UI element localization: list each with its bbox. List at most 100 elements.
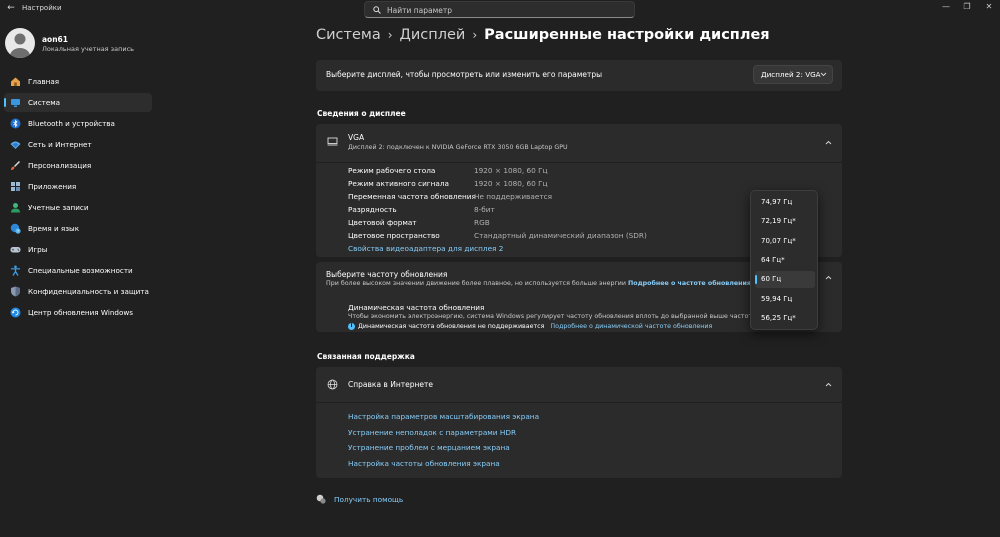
dynamic-refresh-status: i Динамическая частота обновления не под… (348, 323, 712, 330)
breadcrumb-system[interactable]: Система (316, 27, 381, 43)
info-row-value: 1920 × 1080, 60 Гц (474, 166, 548, 175)
refresh-option[interactable]: 64 Гц* (755, 252, 815, 269)
sidebar-item-apps[interactable]: Приложения (4, 177, 152, 196)
sidebar-item-label: Bluetooth и устройства (28, 119, 115, 128)
sidebar-item-time-language[interactable]: Время и язык (4, 219, 152, 238)
home-icon (10, 76, 21, 87)
app-title: Настройки (22, 4, 62, 12)
sidebar-item-label: Время и язык (28, 224, 80, 233)
search-box[interactable] (364, 1, 635, 18)
refresh-rate-dropdown-list: 74,97 Гц 72,19 Гц* 70,07 Гц* 64 Гц* 60 Г… (750, 190, 818, 330)
info-row-label: Цветовой формат (348, 218, 417, 227)
gamepad-icon (10, 244, 21, 255)
sidebar-item-label: Система (28, 98, 61, 107)
avatar[interactable] (5, 28, 35, 58)
update-icon (10, 307, 21, 318)
sidebar-item-gaming[interactable]: Игры (4, 240, 152, 259)
chevron-up-icon[interactable] (825, 275, 832, 280)
brush-icon (10, 160, 21, 171)
help-link-refresh-rate[interactable]: Настройка частоты обновления экрана (348, 459, 500, 468)
wifi-icon (10, 139, 21, 150)
display-connection: Дисплей 2: подключен к NVIDIA GeForce RT… (348, 144, 568, 151)
apps-icon (10, 181, 21, 192)
info-row-value: 8-бит (474, 205, 495, 214)
close-icon[interactable]: ✕ (981, 1, 997, 13)
globe-clock-icon (10, 223, 21, 234)
maximize-icon[interactable]: ❐ (959, 1, 975, 13)
refresh-rate-title: Выберите частоту обновления (326, 270, 448, 279)
sidebar-item-accounts[interactable]: Учетные записи (4, 198, 152, 217)
refresh-option[interactable]: 56,25 Гц* (755, 310, 815, 327)
user-name: aon61 (42, 35, 68, 44)
sidebar-item-network[interactable]: Сеть и Интернет (4, 135, 152, 154)
refresh-option[interactable]: 70,07 Гц* (755, 233, 815, 250)
system-icon (10, 97, 21, 108)
refresh-option[interactable]: 59,94 Гц (755, 291, 815, 308)
display-dropdown[interactable]: Дисплей 2: VGA (753, 65, 833, 84)
sidebar-item-accessibility[interactable]: Специальные возможности (4, 261, 152, 280)
sidebar-item-privacy[interactable]: Конфиденциальность и защита (4, 282, 152, 301)
info-row-label: Режим активного сигнала (348, 179, 450, 188)
info-row-label: Разрядность (348, 205, 397, 214)
online-help-links: Настройка параметров масштабирования экр… (316, 403, 842, 478)
chevron-right-icon: › (472, 28, 478, 42)
back-arrow-icon[interactable]: ← (5, 2, 17, 14)
help-chat-icon (316, 494, 326, 504)
nav-list: Главная Система Bluetooth и устройства С… (4, 72, 152, 324)
chevron-up-icon[interactable] (825, 382, 832, 387)
monitor-icon (327, 137, 338, 146)
refresh-option-selected[interactable]: 60 Гц (755, 271, 815, 288)
sidebar-item-label: Приложения (28, 182, 77, 191)
dynamic-refresh-status-text: Динамическая частота обновления не подде… (358, 323, 545, 330)
title-bar: ← Настройки — ❐ ✕ (0, 0, 1000, 20)
info-icon: i (348, 323, 355, 330)
globe-icon (327, 379, 338, 390)
sidebar-item-label: Игры (28, 245, 48, 254)
sidebar-item-home[interactable]: Главная (4, 72, 152, 91)
dynamic-refresh-learn-more-link[interactable]: Подробнее о динамической частоте обновле… (550, 323, 712, 330)
refresh-option[interactable]: 74,97 Гц (755, 194, 815, 211)
display-select-label: Выберите дисплей, чтобы просмотреть или … (326, 70, 603, 79)
refresh-rate-subtitle: При более высоком значении движение боле… (326, 280, 751, 287)
get-help-link[interactable]: Получить помощь (316, 494, 403, 504)
sidebar-item-label: Центр обновления Windows (28, 308, 133, 317)
person-icon (10, 202, 21, 213)
chevron-down-icon (820, 72, 827, 77)
sidebar-item-bluetooth[interactable]: Bluetooth и устройства (4, 114, 152, 133)
search-input[interactable] (387, 4, 627, 16)
bluetooth-icon (10, 118, 21, 129)
sidebar-item-personalization[interactable]: Персонализация (4, 156, 152, 175)
sidebar-item-label: Учетные записи (28, 203, 89, 212)
info-row-label: Переменная частота обновления (348, 192, 476, 201)
sidebar-item-label: Специальные возможности (28, 266, 133, 275)
breadcrumb: Система › Дисплей › Расширенные настройк… (316, 27, 770, 43)
refresh-option[interactable]: 72,19 Гц* (755, 213, 815, 230)
sidebar-item-label: Главная (28, 77, 60, 86)
adapter-properties-link[interactable]: Свойства видеоадаптера для дисплея 2 (348, 244, 503, 253)
breadcrumb-display[interactable]: Дисплей (400, 27, 466, 43)
info-row-value: RGB (474, 218, 490, 227)
chevron-up-icon[interactable] (825, 140, 832, 145)
help-link-hdr[interactable]: Устранение неполадок с параметрами HDR (348, 428, 516, 437)
help-link-scaling[interactable]: Настройка параметров масштабирования экр… (348, 412, 539, 421)
dynamic-refresh-description: Чтобы экономить электроэнергию, система … (348, 313, 760, 320)
info-row-value: Не поддерживается (474, 192, 552, 201)
info-row-label: Режим рабочего стола (348, 166, 436, 175)
refresh-rate-learn-more-link[interactable]: Подробнее о частоте обновления (628, 280, 751, 287)
sidebar-item-label: Сеть и Интернет (28, 140, 92, 149)
account-type: Локальная учетная запись (42, 45, 134, 53)
get-help-label: Получить помощь (334, 494, 404, 504)
display-info-heading: Сведения о дисплее (317, 109, 406, 118)
display-select-card: Выберите дисплей, чтобы просмотреть или … (316, 60, 842, 91)
info-row-label: Цветовое пространство (348, 231, 440, 240)
sidebar-item-windows-update[interactable]: Центр обновления Windows (4, 303, 152, 322)
info-row-value: Стандартный динамический диапазон (SDR) (474, 231, 647, 240)
help-link-flicker[interactable]: Устранение проблем с мерцанием экрана (348, 443, 510, 452)
chevron-right-icon: › (387, 28, 393, 42)
sidebar-item-system[interactable]: Система (4, 93, 152, 112)
display-info-header[interactable]: VGA Дисплей 2: подключен к NVIDIA GeForc… (316, 124, 842, 162)
online-help-header[interactable]: Справка в Интернете (316, 367, 842, 402)
dynamic-refresh-title: Динамическая частота обновления (348, 303, 485, 312)
online-help-title: Справка в Интернете (348, 380, 433, 389)
minimize-icon[interactable]: — (938, 1, 954, 13)
